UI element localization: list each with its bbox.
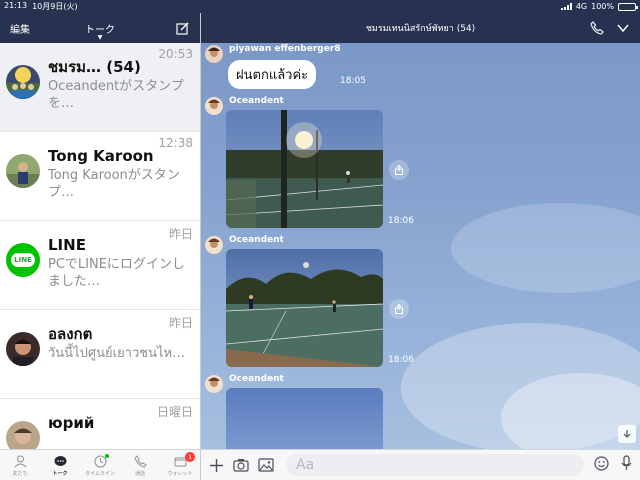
tab-wallet[interactable]: 1 ウォレット [160, 450, 200, 480]
message-input-bar [201, 449, 640, 480]
photo-message[interactable] [226, 388, 383, 449]
plus-icon[interactable] [209, 458, 224, 473]
chat-list-header: 編集 トーク ▼ [0, 13, 200, 43]
line-logo-text: LINE [11, 253, 35, 267]
battery-percent: 100% [591, 2, 614, 11]
user-avatar [6, 332, 40, 366]
chat-time: 日曜日 [156, 405, 193, 419]
sender-name: piyawan effenberger8 [229, 44, 341, 54]
tab-timeline[interactable]: タイムライン [80, 450, 120, 480]
sender-name: Oceandent [229, 235, 284, 245]
message-bubble[interactable]: ฝนตกแล้วค่ะ [228, 60, 317, 89]
chat-list: ชมรม… (54) Oceandentがスタンプを… 20:53 Tong K… [0, 43, 200, 449]
notification-badge: 1 [185, 452, 195, 462]
image-icon[interactable] [258, 458, 274, 472]
user-avatar [6, 154, 40, 188]
chat-icon [54, 456, 66, 466]
message-time: 18:05 [340, 76, 366, 86]
chat-item[interactable]: Tong Karoon Tong Karoonがスタンプ… 12:38 [0, 132, 200, 221]
message-time: 18:06 [388, 216, 414, 226]
conversation-panel: ชมรมเทนนิสรักษ์พัทยา (54) piyawan effenb… [201, 13, 640, 480]
chat-time: 昨日 [168, 316, 193, 330]
compose-icon[interactable] [176, 21, 190, 35]
battery-icon [618, 2, 638, 11]
share-icon[interactable] [389, 299, 409, 319]
tab-friends[interactable]: 友だち [0, 450, 40, 480]
background-cloud [451, 203, 640, 293]
message-time: 18:06 [388, 355, 414, 365]
message-input[interactable] [286, 454, 584, 476]
chat-preview: Tong Karoonがスタンプ… [48, 168, 180, 200]
tab-calls[interactable]: 通話 [120, 450, 160, 480]
photo-message[interactable] [226, 249, 383, 367]
status-time: 21:13 [4, 1, 28, 10]
chat-time: 20:53 [158, 47, 193, 61]
tab-label: ウォレット [167, 471, 193, 477]
chevron-down-icon[interactable] [616, 21, 630, 35]
tab-label: 友だち [12, 471, 28, 477]
group-avatar [6, 65, 40, 99]
photo-message[interactable] [226, 110, 383, 228]
user-avatar [6, 421, 40, 449]
phone-icon[interactable] [590, 21, 604, 35]
tab-bar: 友だち トーク タイムライン 通話 1 ウォレット [0, 449, 200, 480]
person-icon [14, 455, 26, 468]
sender-name: Oceandent [229, 374, 284, 384]
chat-preview: PCでLINEにログインしました… [48, 257, 185, 289]
line-logo: LINE [6, 243, 40, 277]
microphone-icon[interactable] [621, 455, 632, 475]
tab-chats[interactable]: トーク [40, 450, 80, 480]
chat-item[interactable]: юрий 日曜日 [0, 399, 200, 449]
sender-avatar[interactable] [205, 45, 223, 63]
tab-label: 通話 [134, 471, 145, 477]
new-dot [105, 454, 109, 458]
chat-item[interactable]: อลงกต วันนี้ไปศูนย์เยาวชนไห… 昨日 [0, 310, 200, 399]
sender-avatar[interactable] [205, 375, 223, 393]
scroll-down-button[interactable] [618, 425, 636, 443]
sender-avatar[interactable] [205, 236, 223, 254]
tab-label: タイムライン [85, 471, 115, 477]
chat-item[interactable]: LINE LINE PCでLINEにログインしました… 昨日 [0, 221, 200, 310]
chat-time: 12:38 [158, 136, 193, 150]
chevron-down-icon[interactable]: ▼ [0, 34, 200, 41]
sender-name: Oceandent [229, 96, 284, 106]
status-bar: 21:13 10月9日(火) 4G 100% [0, 0, 640, 13]
signal-icon [560, 3, 572, 10]
chat-preview: Oceandentがスタンプを… [48, 79, 184, 111]
sender-avatar[interactable] [205, 97, 223, 115]
chat-list-panel: 編集 トーク ▼ ชมรม… (54) Oceandentがスタンプを… 20:… [0, 13, 201, 480]
status-date: 10月9日(火) [32, 2, 78, 11]
camera-icon[interactable] [233, 458, 249, 472]
conversation-header: ชมรมเทนนิสรักษ์พัทยา (54) [201, 13, 640, 43]
share-icon[interactable] [389, 160, 409, 180]
emoji-icon[interactable] [594, 455, 609, 475]
network-type: 4G [575, 2, 588, 11]
tab-label: トーク [52, 471, 68, 477]
chat-time: 昨日 [168, 227, 193, 241]
phone-icon [133, 455, 147, 468]
conversation-title[interactable]: ชมรมเทนนิสรักษ์พัทยา (54) [366, 21, 475, 35]
chat-preview: วันนี้ไปศูนย์เยาวชนไห… [48, 346, 186, 361]
message-area[interactable]: piyawan effenberger8 ฝนตกแล้วค่ะ 18:05 O… [201, 43, 640, 449]
chat-item[interactable]: ชมรม… (54) Oceandentがスタンプを… 20:53 [0, 43, 200, 132]
